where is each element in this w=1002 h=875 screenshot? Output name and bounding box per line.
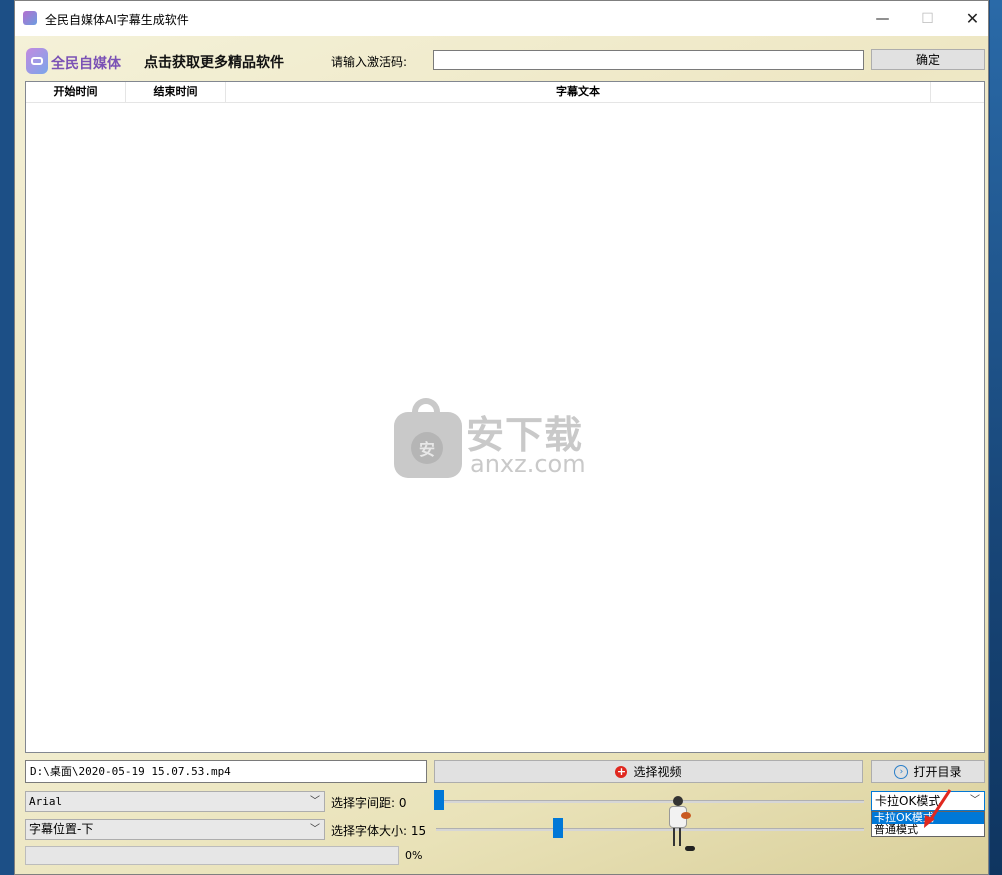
spacing-slider-thumb[interactable] [434, 790, 444, 810]
promo-link[interactable]: 点击获取更多精品软件 [144, 52, 284, 72]
open-directory-label: 打开目录 [913, 765, 962, 779]
spacing-slider-track[interactable] [436, 800, 864, 803]
column-subtitle-text[interactable]: 字幕文本 [226, 82, 931, 102]
font-size-label: 选择字体大小: 15 [331, 824, 427, 838]
spacing-label: 选择字间距: 0 [331, 796, 407, 810]
window-title: 全民自媒体AI字幕生成软件 [45, 13, 189, 27]
watermark-en: anxz.com [470, 450, 586, 478]
progress-bar [25, 846, 399, 865]
close-button[interactable]: ✕ [950, 1, 988, 36]
brand-logo-icon [26, 48, 48, 74]
red-arrow-icon [924, 789, 952, 828]
brand-logo-text: 全民自媒体 [51, 56, 121, 72]
font-select-value: Arial [29, 795, 63, 808]
brand-logo[interactable]: 全民自媒体 [26, 48, 126, 76]
watermark: 安 安下载 anxz.com [394, 398, 614, 488]
select-video-button[interactable]: + 选择视频 [434, 760, 863, 783]
confirm-button[interactable]: 确定 [871, 49, 985, 70]
app-window: 全民自媒体AI字幕生成软件 — ☐ ✕ 全民自媒体 点击获取更多精品软件 请输入… [14, 0, 989, 875]
font-size-slider-thumb[interactable] [553, 818, 563, 838]
column-end-time[interactable]: 结束时间 [126, 82, 226, 102]
open-directory-button[interactable]: › 打开目录 [871, 760, 985, 783]
guitar-girl-illustration [663, 794, 703, 854]
chevron-down-icon: ﹀ [310, 824, 320, 835]
app-logo-icon [23, 11, 37, 25]
font-size-slider-track[interactable] [436, 828, 864, 831]
column-start-time[interactable]: 开始时间 [26, 82, 126, 102]
select-video-label: 选择视频 [633, 765, 682, 779]
minimize-button[interactable]: — [860, 1, 905, 36]
main-panel: 全民自媒体 点击获取更多精品软件 请输入激活码: 确定 开始时间 结束时间 字幕… [15, 36, 988, 874]
subtitle-position-value: 字幕位置-下 [29, 822, 94, 836]
arrow-circle-icon: › [894, 764, 909, 779]
video-path-field[interactable]: D:\桌面\2020-05-19 15.07.53.mp4 [25, 760, 427, 783]
desktop-background [990, 0, 1002, 875]
font-select[interactable]: Arial ﹀ [25, 791, 325, 812]
chevron-down-icon: ﹀ [970, 795, 980, 806]
watermark-seal: 安 [411, 432, 443, 464]
subtitle-table[interactable]: 开始时间 结束时间 字幕文本 安 安下载 anxz.com [25, 81, 985, 753]
plus-circle-icon: + [615, 764, 628, 778]
subtitle-position-select[interactable]: 字幕位置-下 ﹀ [25, 819, 325, 840]
table-header: 开始时间 结束时间 字幕文本 [26, 82, 984, 103]
progress-percent: 0% [405, 849, 423, 862]
activation-label: 请输入激活码: [331, 55, 408, 69]
title-bar: 全民自媒体AI字幕生成软件 — ☐ ✕ [15, 1, 988, 36]
shopping-bag-icon: 安 [394, 398, 462, 478]
maximize-button[interactable]: ☐ [905, 1, 950, 36]
activation-code-input[interactable] [433, 50, 864, 70]
chevron-down-icon: ﹀ [310, 796, 320, 807]
